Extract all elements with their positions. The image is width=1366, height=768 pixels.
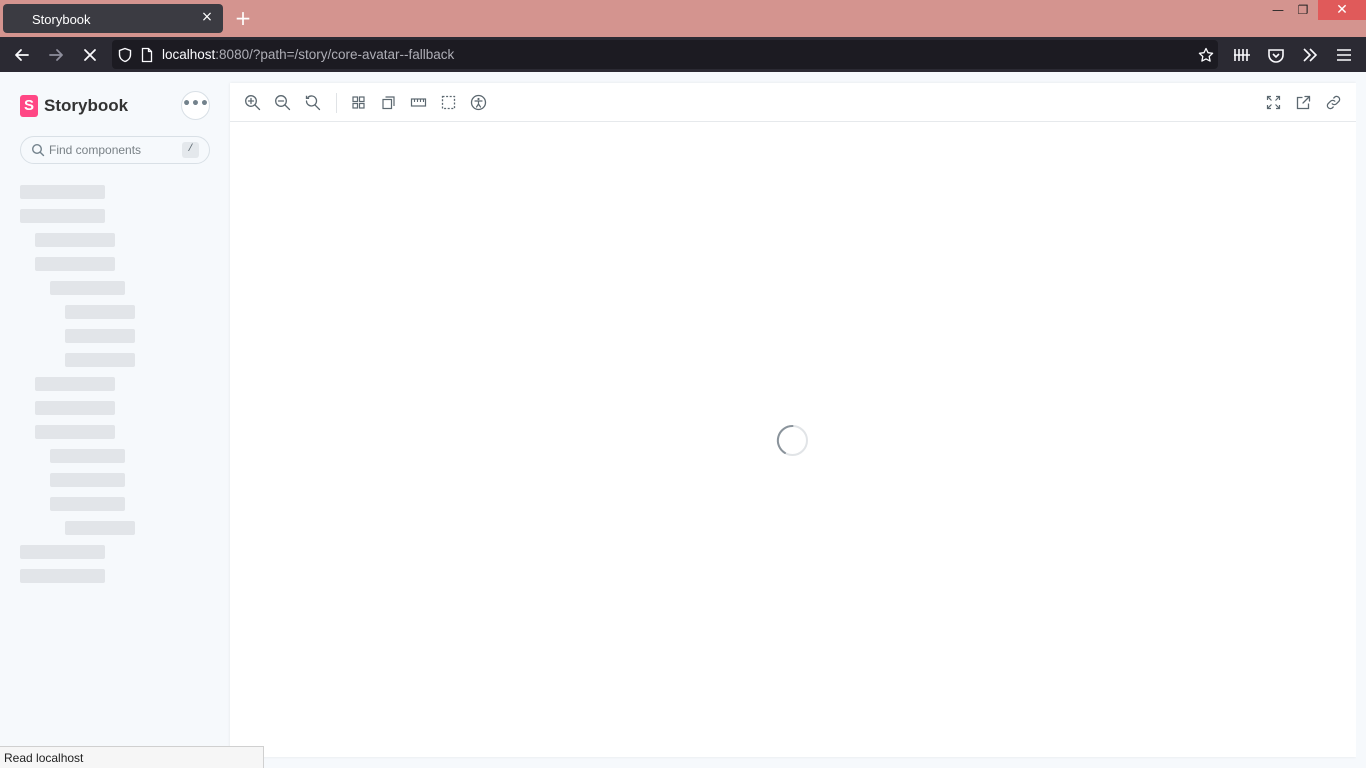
browser-tab-storybook[interactable]: Storybook × <box>3 4 223 33</box>
skeleton-row <box>35 425 115 439</box>
skeleton-row <box>65 329 135 343</box>
hamburger-menu-icon[interactable] <box>1333 44 1355 66</box>
minimize-button[interactable]: — <box>1265 0 1291 20</box>
browser-tab-strip: Storybook × + — ❐ ✕ <box>0 0 1366 37</box>
skeleton-row <box>50 473 125 487</box>
zoom-in-icon[interactable] <box>244 94 261 111</box>
back-arrow-icon[interactable] <box>11 44 33 66</box>
url-host: localhost <box>162 47 216 62</box>
library-icon[interactable] <box>1231 44 1253 66</box>
skeleton-row <box>20 209 105 223</box>
grid-icon[interactable] <box>350 94 367 111</box>
skeleton-row <box>65 353 135 367</box>
outline-icon[interactable] <box>440 94 457 111</box>
new-tab-button[interactable]: + <box>232 8 254 30</box>
skeleton-row <box>20 545 105 559</box>
measure-icon[interactable] <box>410 94 427 111</box>
browser-nav-bar: localhost:8080/?path=/story/core-avatar-… <box>0 37 1366 72</box>
search-shortcut-key: / <box>182 142 199 158</box>
forward-arrow-icon[interactable] <box>45 44 67 66</box>
open-new-tab-icon[interactable] <box>1295 94 1312 111</box>
copy-link-icon[interactable] <box>1325 94 1342 111</box>
skeleton-row <box>50 281 125 295</box>
storybook-logo-icon: S <box>20 95 38 117</box>
pocket-icon[interactable] <box>1265 44 1287 66</box>
brand-name: Storybook <box>44 96 129 115</box>
url-path: :8080/?path=/story/core-avatar--fallback <box>215 47 455 62</box>
stop-loading-icon[interactable] <box>79 44 101 66</box>
skeleton-row <box>35 257 115 271</box>
maximize-button[interactable]: ❐ <box>1290 0 1316 20</box>
overflow-chevrons-icon[interactable] <box>1299 44 1321 66</box>
skeleton-row <box>65 305 135 319</box>
zoom-reset-icon[interactable] <box>304 94 321 111</box>
preview-toolbar <box>230 83 1356 122</box>
skeleton-row <box>50 449 125 463</box>
storybook-sidebar: S Storybook ••• / <box>0 72 229 768</box>
tab-close-icon[interactable]: × <box>199 9 215 25</box>
skeleton-row <box>65 521 135 535</box>
skeleton-row <box>35 401 115 415</box>
page-icon[interactable] <box>139 47 155 63</box>
status-text: Read localhost <box>4 751 84 765</box>
toolbar-separator <box>336 93 337 113</box>
shield-icon[interactable] <box>117 47 133 63</box>
skeleton-row <box>35 233 115 247</box>
search-icon <box>31 143 45 157</box>
skeleton-row <box>20 569 105 583</box>
loading-spinner-icon <box>776 424 808 456</box>
accessibility-icon[interactable] <box>470 94 487 111</box>
skeleton-row <box>50 497 125 511</box>
close-window-button[interactable]: ✕ <box>1318 0 1366 20</box>
component-search[interactable]: / <box>20 136 210 164</box>
skeleton-row <box>20 185 105 199</box>
search-input[interactable] <box>49 141 189 159</box>
tab-title: Storybook <box>32 12 91 27</box>
window-edge <box>1356 72 1366 768</box>
fullscreen-icon[interactable] <box>1265 94 1282 111</box>
background-icon[interactable] <box>380 94 397 111</box>
bookmark-star-icon[interactable] <box>1198 47 1214 63</box>
url-text[interactable]: localhost:8080/?path=/story/core-avatar-… <box>162 47 454 62</box>
skeleton-row <box>35 377 115 391</box>
browser-status-bar: Read localhost <box>0 746 264 768</box>
preview-panel <box>230 83 1356 757</box>
sidebar-menu-button[interactable]: ••• <box>181 91 210 120</box>
address-bar[interactable]: localhost:8080/?path=/story/core-avatar-… <box>112 40 1218 69</box>
zoom-out-icon[interactable] <box>274 94 291 111</box>
